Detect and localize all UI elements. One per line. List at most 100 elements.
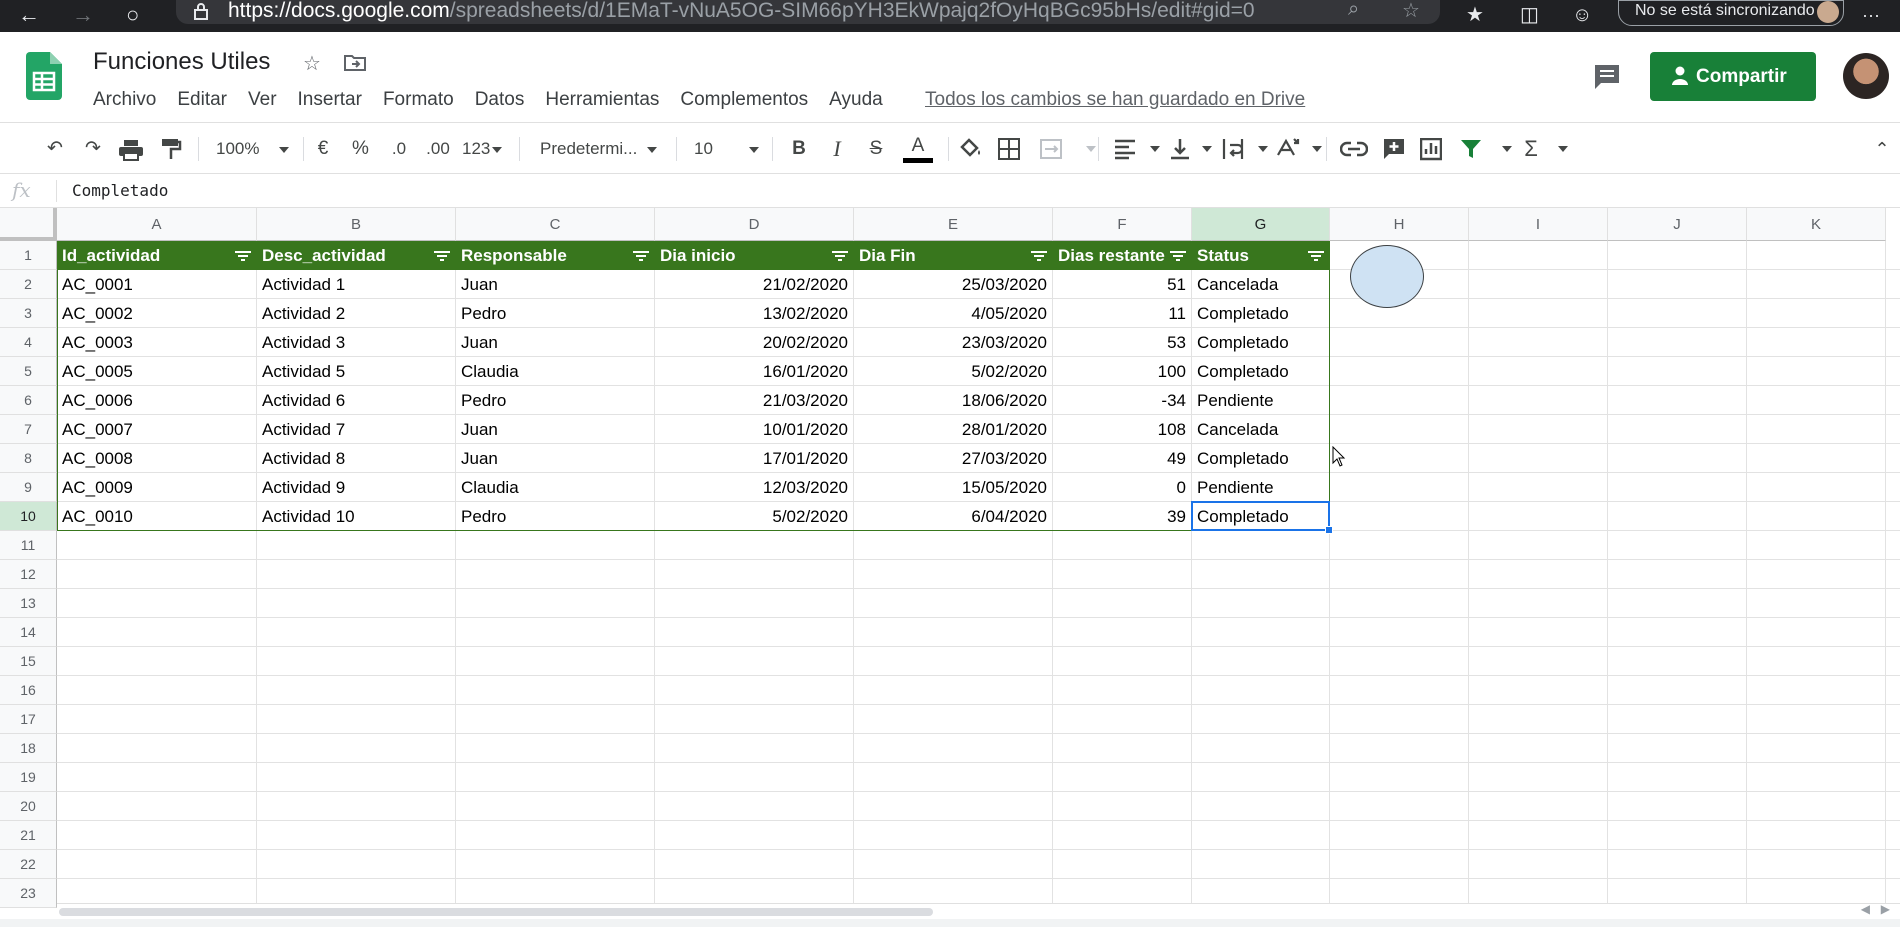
share-button[interactable]: Compartir [1650,52,1816,101]
table-cell[interactable]: AC_0007 [57,415,257,444]
zoom-icon[interactable]: ⌕ [1348,0,1359,21]
column-filter-icon[interactable] [832,250,848,261]
vertical-align-dropdown-icon[interactable] [1202,146,1212,152]
menu-herramientas[interactable]: Herramientas [545,88,659,112]
row-header-4[interactable]: 4 [0,328,57,357]
document-title[interactable]: Funciones Utiles [93,48,270,76]
browser-menu-icon[interactable]: ··· [1862,3,1880,27]
table-cell[interactable]: Juan [456,444,655,473]
table-cell[interactable]: 100 [1053,357,1192,386]
move-folder-icon[interactable] [344,53,366,71]
table-cell[interactable]: AC_0009 [57,473,257,502]
table-cell[interactable]: 27/03/2020 [854,444,1053,473]
undo-icon[interactable]: ↶ [40,135,70,163]
insert-chart-icon[interactable] [1420,138,1442,166]
row-header-10[interactable]: 10 [0,502,57,531]
column-header-h[interactable]: H [1330,208,1469,241]
row-header-12[interactable]: 12 [0,560,57,589]
table-cell[interactable]: AC_0001 [57,270,257,299]
table-cell[interactable]: Actividad 10 [257,502,456,531]
table-cell[interactable]: 20/02/2020 [655,328,854,357]
table-cell[interactable]: 4/05/2020 [854,299,1053,328]
column-header-a[interactable]: A [57,208,257,241]
table-header-cell[interactable]: Dia Fin [854,241,1053,270]
insert-link-icon[interactable] [1340,140,1368,168]
horizontal-scrollbar-thumb[interactable] [59,908,933,916]
table-cell[interactable]: 21/02/2020 [655,270,854,299]
print-icon[interactable] [118,139,144,167]
table-cell[interactable]: 53 [1053,328,1192,357]
reading-list-icon[interactable]: ★ [1466,3,1484,27]
zoom-select[interactable]: 100% [216,135,290,163]
row-header-1[interactable]: 1 [0,241,57,270]
table-cell[interactable]: Claudia [456,473,655,502]
table-cell[interactable]: 0 [1053,473,1192,502]
table-cell[interactable]: 10/01/2020 [655,415,854,444]
table-cell[interactable]: Completado [1192,502,1330,531]
decrease-decimals-button[interactable]: .0 [386,135,412,163]
column-header-e[interactable]: E [854,208,1053,241]
table-cell[interactable]: 28/01/2020 [854,415,1053,444]
scroll-right-icon[interactable]: ▶ [1881,902,1890,916]
currency-format-button[interactable]: € [316,135,330,163]
row-header-17[interactable]: 17 [0,705,57,734]
collapse-menus-icon[interactable]: ⌃ [1872,135,1892,163]
filter-icon[interactable] [1460,139,1482,167]
strikethrough-button[interactable]: S [866,135,886,163]
table-header-cell[interactable]: Responsable [456,241,655,270]
row-header-3[interactable]: 3 [0,299,57,328]
table-cell[interactable]: 11 [1053,299,1192,328]
table-cell[interactable]: Completado [1192,328,1330,357]
menu-editar[interactable]: Editar [177,88,227,112]
table-header-cell[interactable]: Dias restante [1053,241,1192,270]
text-rotation-dropdown-icon[interactable] [1312,146,1322,152]
table-cell[interactable]: 16/01/2020 [655,357,854,386]
table-cell[interactable]: Pendiente [1192,386,1330,415]
menu-formato[interactable]: Formato [383,88,454,112]
row-header-7[interactable]: 7 [0,415,57,444]
table-cell[interactable]: Pedro [456,299,655,328]
column-header-b[interactable]: B [257,208,456,241]
redo-icon[interactable]: ↷ [78,135,108,163]
bold-button[interactable]: B [788,135,810,163]
table-header-cell[interactable]: Dia inicio [655,241,854,270]
table-cell[interactable]: AC_0002 [57,299,257,328]
table-cell[interactable]: 23/03/2020 [854,328,1053,357]
table-cell[interactable]: 17/01/2020 [655,444,854,473]
row-header-9[interactable]: 9 [0,473,57,502]
address-bar[interactable]: https://docs.google.com/spreadsheets/d/1… [176,0,1440,24]
merge-cells-icon[interactable] [1040,139,1062,167]
table-cell[interactable]: 49 [1053,444,1192,473]
back-icon[interactable]: ← [18,3,40,27]
text-color-button[interactable]: A [903,135,933,163]
table-cell[interactable]: 6/04/2020 [854,502,1053,531]
increase-decimals-button[interactable]: .00 [423,135,453,163]
horizontal-scrollbar[interactable]: ◀ ▶ [57,902,1900,919]
table-cell[interactable]: AC_0008 [57,444,257,473]
profile-share-icon[interactable]: ☺ [1572,3,1592,27]
column-filter-icon[interactable] [1170,250,1186,261]
horizontal-align-dropdown-icon[interactable] [1150,146,1160,152]
column-header-d[interactable]: D [655,208,854,241]
table-cell[interactable]: Claudia [456,357,655,386]
row-header-6[interactable]: 6 [0,386,57,415]
borders-icon[interactable] [998,138,1020,166]
fill-color-icon[interactable] [958,137,984,165]
column-header-g[interactable]: G [1192,208,1330,241]
row-header-5[interactable]: 5 [0,357,57,386]
collections-icon[interactable]: ◫ [1520,3,1539,27]
table-cell[interactable]: AC_0005 [57,357,257,386]
table-header-cell[interactable]: Status [1192,241,1330,270]
table-cell[interactable]: Cancelada [1192,415,1330,444]
text-rotation-icon[interactable] [1276,137,1300,165]
column-filter-icon[interactable] [1308,250,1324,261]
font-family-select[interactable]: Predetermi... [540,135,658,163]
table-cell[interactable]: 15/05/2020 [854,473,1053,502]
row-header-19[interactable]: 19 [0,763,57,792]
font-size-select[interactable]: 10 [694,135,759,163]
vertical-align-icon[interactable] [1170,137,1190,165]
table-cell[interactable]: 5/02/2020 [854,357,1053,386]
table-cell[interactable]: Pedro [456,502,655,531]
percent-format-button[interactable]: % [352,135,369,163]
drawing-ellipse-shape[interactable] [1350,245,1424,308]
